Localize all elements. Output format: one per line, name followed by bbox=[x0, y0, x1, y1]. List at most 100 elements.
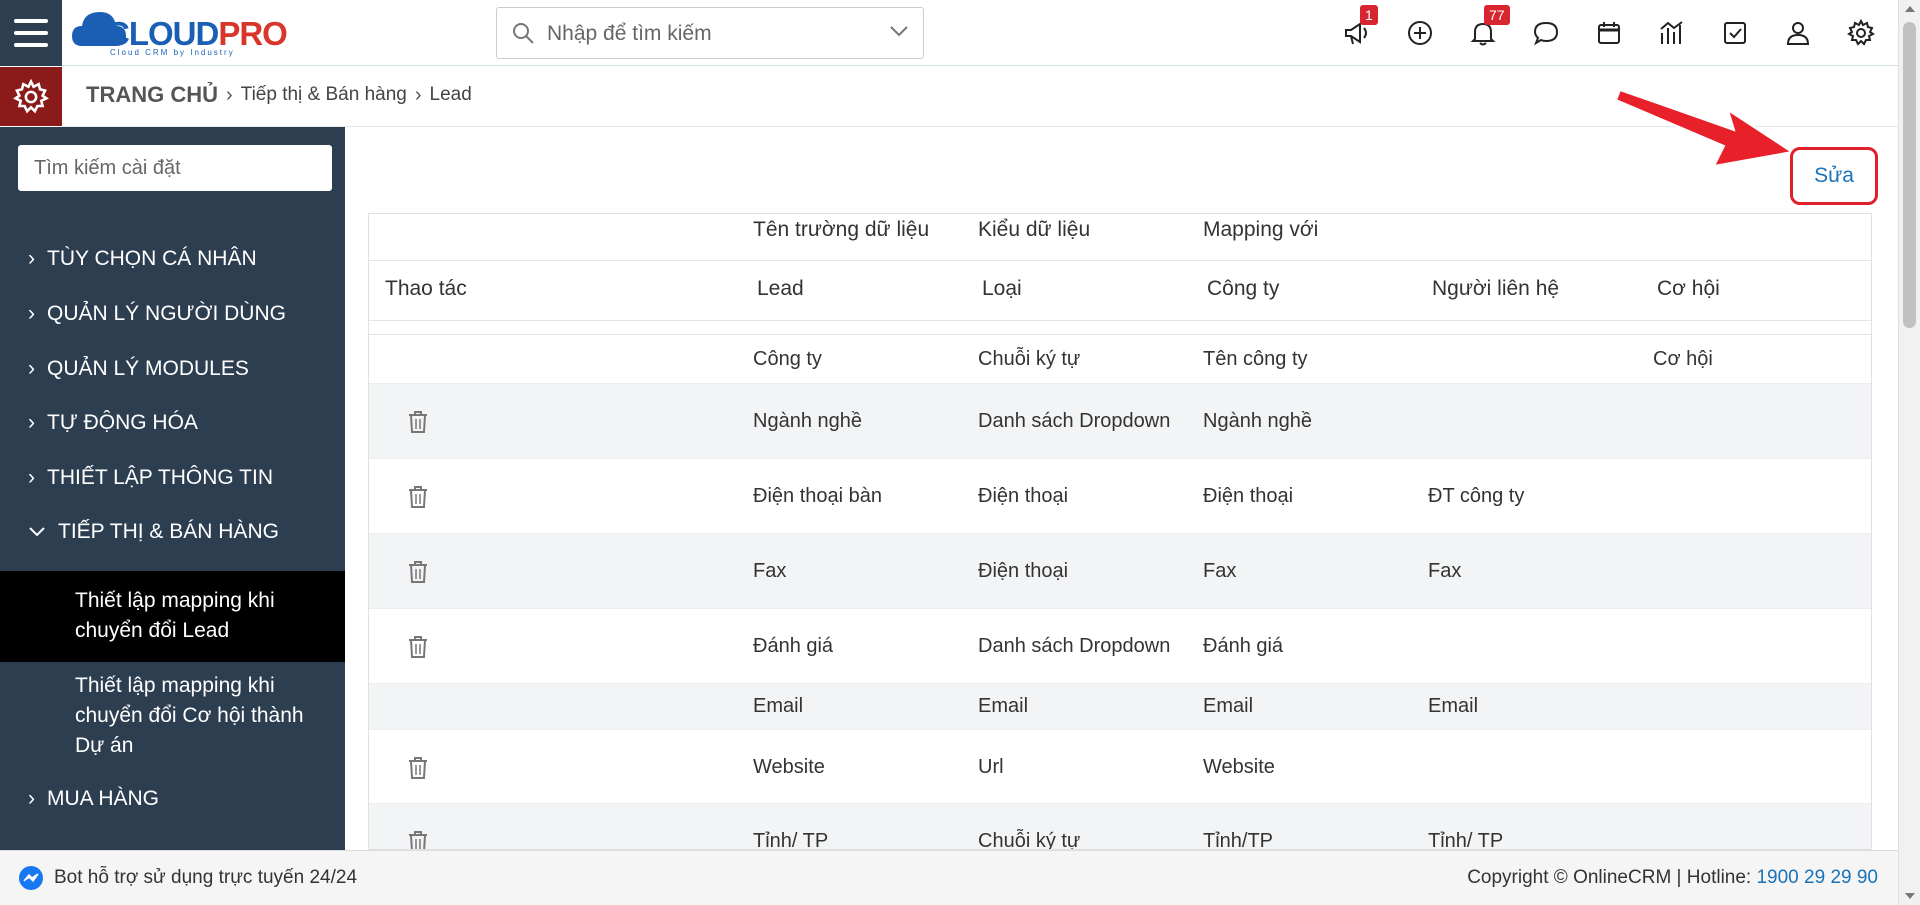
cell-lead: Đánh giá bbox=[753, 635, 834, 657]
annotation-arrow bbox=[1616, 88, 1795, 168]
breadcrumb-page: Lead bbox=[429, 84, 472, 105]
chat-bot-link[interactable]: Bot hỗ trợ sử dụng trực tuyến 24/24 bbox=[18, 865, 357, 891]
announcement-badge: 1 bbox=[1360, 5, 1378, 25]
sidebar-item-label: QUẢN LÝ MODULES bbox=[47, 357, 249, 380]
top-bar: CLOUDPRO Cloud CRM by Industry 1 77 bbox=[0, 0, 1898, 66]
chat-icon[interactable] bbox=[1527, 14, 1565, 52]
hotline-number[interactable]: 1900 29 29 90 bbox=[1756, 867, 1878, 888]
search-input[interactable] bbox=[547, 18, 867, 50]
group-header-data-type: Kiểu dữ liệu bbox=[978, 218, 1091, 241]
col-header-type: Loại bbox=[982, 277, 1022, 300]
gear-icon bbox=[13, 78, 49, 113]
gear-icon[interactable] bbox=[1842, 14, 1880, 52]
page-scrollbar[interactable] bbox=[1898, 0, 1920, 905]
group-header-field-name: Tên trường dữ liệu bbox=[753, 218, 930, 241]
col-header-action: Thao tác bbox=[385, 277, 467, 300]
global-search[interactable] bbox=[496, 7, 924, 59]
chevron-right-icon: › bbox=[28, 466, 35, 489]
cell-type: Điện thoại bbox=[978, 560, 1069, 582]
trash-icon[interactable] bbox=[407, 830, 429, 850]
sidebar-item-info-setup[interactable]: › THIẾT LẬP THÔNG TIN bbox=[28, 466, 273, 490]
cell-contact: Fax bbox=[1428, 560, 1462, 582]
sidebar-item-users[interactable]: › QUẢN LÝ NGƯỜI DÙNG bbox=[28, 302, 286, 326]
cell-lead: Email bbox=[753, 695, 804, 717]
table-row: Ngành nghề Danh sách Dropdown Ngành nghề bbox=[369, 384, 1871, 459]
table-spacer bbox=[369, 321, 1871, 335]
trash-icon[interactable] bbox=[407, 485, 429, 509]
cell-company: Tên công ty bbox=[1203, 348, 1308, 370]
scroll-up-arrow[interactable] bbox=[1905, 6, 1915, 12]
hamburger-icon[interactable] bbox=[0, 0, 62, 66]
cell-lead: Công ty bbox=[753, 348, 822, 370]
plus-circle-icon[interactable] bbox=[1401, 14, 1439, 52]
megaphone-icon[interactable]: 1 bbox=[1338, 5, 1378, 52]
cell-lead: Website bbox=[753, 756, 825, 778]
settings-gear-box[interactable] bbox=[0, 67, 62, 126]
col-header-contact: Người liên hệ bbox=[1432, 277, 1560, 300]
cell-contact: ĐT công ty bbox=[1428, 485, 1525, 507]
breadcrumb: TRANG CHỦ › Tiếp thị & Bán hàng › Lead bbox=[86, 82, 472, 108]
sidebar-item-marketing-sales[interactable]: TIẾP THỊ & BÁN HÀNG bbox=[28, 520, 279, 544]
footer: Bot hỗ trợ sử dụng trực tuyến 24/24 Copy… bbox=[0, 850, 1898, 905]
cell-type: Danh sách Dropdown bbox=[978, 410, 1171, 432]
breadcrumb-home[interactable]: TRANG CHỦ bbox=[86, 82, 218, 108]
settings-search-input[interactable] bbox=[18, 145, 332, 191]
breadcrumb-section[interactable]: Tiếp thị & Bán hàng bbox=[241, 84, 407, 106]
chart-icon[interactable] bbox=[1653, 14, 1691, 52]
sidebar-item-purchasing[interactable]: › MUA HÀNG bbox=[28, 787, 159, 811]
cell-type: Chuỗi ký tự bbox=[978, 348, 1081, 370]
cell-company: Website bbox=[1203, 756, 1275, 778]
trash-icon[interactable] bbox=[407, 635, 429, 659]
chevron-right-icon: › bbox=[414, 83, 422, 106]
table-row: Đánh giá Danh sách Dropdown Đánh giá bbox=[369, 609, 1871, 684]
table-row: Fax Điện thoại Fax Fax bbox=[369, 534, 1871, 609]
cell-type: Email bbox=[978, 695, 1029, 717]
scroll-down-arrow[interactable] bbox=[1905, 893, 1915, 899]
table-row: Tỉnh/ TP Chuỗi ký tự Tỉnh/TP Tỉnh/ TP bbox=[369, 804, 1871, 850]
trash-icon[interactable] bbox=[407, 560, 429, 584]
sidebar-subitem-opportunity-mapping[interactable]: Thiết lập mapping khi chuyển đổi Cơ hội … bbox=[0, 667, 345, 762]
group-header-mapping: Mapping với bbox=[1203, 218, 1319, 241]
cell-company: Tỉnh/TP bbox=[1203, 830, 1274, 850]
user-icon[interactable] bbox=[1779, 14, 1817, 52]
cell-type: Danh sách Dropdown bbox=[978, 635, 1171, 657]
mapping-table: Tên trường dữ liệu Kiểu dữ liệu Mapping … bbox=[368, 213, 1872, 850]
table-header: Thao tác Lead Loại Công ty Người liên hệ… bbox=[369, 261, 1871, 321]
hotline-label: Hotline: bbox=[1686, 867, 1752, 888]
chat-bot-text: Bot hỗ trợ sử dụng trực tuyến 24/24 bbox=[54, 867, 358, 888]
cell-company: Điện thoại bbox=[1203, 485, 1294, 507]
calendar-icon[interactable] bbox=[1590, 14, 1628, 52]
table-row: Điện thoại bàn Điện thoại Điện thoại ĐT … bbox=[369, 459, 1871, 534]
table-row: Email Email Email Email bbox=[369, 684, 1871, 730]
cell-type: Url bbox=[978, 756, 1004, 778]
bell-icon[interactable]: 77 bbox=[1464, 5, 1510, 52]
edit-button[interactable]: Sửa bbox=[1790, 147, 1878, 205]
col-header-opportunity: Cơ hội bbox=[1657, 277, 1720, 300]
sidebar-item-label: TỰ ĐỘNG HÓA bbox=[47, 411, 198, 434]
chevron-down-icon bbox=[29, 527, 45, 537]
scroll-thumb[interactable] bbox=[1903, 22, 1916, 328]
logo[interactable]: CLOUDPRO Cloud CRM by Industry bbox=[70, 6, 300, 58]
cell-lead: Ngành nghề bbox=[753, 410, 862, 432]
trash-icon[interactable] bbox=[407, 756, 429, 780]
chevron-down-icon[interactable] bbox=[889, 24, 909, 38]
chevron-right-icon: › bbox=[28, 411, 35, 434]
cell-company: Fax bbox=[1203, 560, 1237, 582]
cell-opportunity: Cơ hội bbox=[1653, 348, 1713, 370]
chevron-right-icon: › bbox=[226, 83, 233, 106]
copyright-text: Copyright © OnlineCRM bbox=[1467, 867, 1672, 888]
table-row: Công ty Chuỗi ký tự Tên công ty Cơ hội bbox=[369, 336, 1871, 384]
sidebar-item-label: THIẾT LẬP THÔNG TIN bbox=[47, 466, 273, 489]
cell-type: Điện thoại bbox=[978, 485, 1069, 507]
sidebar-item-modules[interactable]: › QUẢN LÝ MODULES bbox=[28, 357, 249, 381]
trash-icon[interactable] bbox=[407, 410, 429, 434]
cell-lead: Điện thoại bàn bbox=[753, 485, 882, 507]
cell-lead: Tỉnh/ TP bbox=[753, 830, 829, 850]
sidebar-item-automation[interactable]: › TỰ ĐỘNG HÓA bbox=[28, 411, 198, 435]
task-icon[interactable] bbox=[1716, 14, 1754, 52]
sidebar-subitem-lead-mapping[interactable]: Thiết lập mapping khi chuyển đổi Lead bbox=[0, 571, 345, 662]
cell-company: Ngành nghề bbox=[1203, 410, 1312, 432]
sidebar-item-label: TÙY CHỌN CÁ NHÂN bbox=[47, 247, 257, 270]
cell-lead: Fax bbox=[753, 560, 787, 582]
sidebar-item-personal[interactable]: › TÙY CHỌN CÁ NHÂN bbox=[28, 247, 257, 271]
